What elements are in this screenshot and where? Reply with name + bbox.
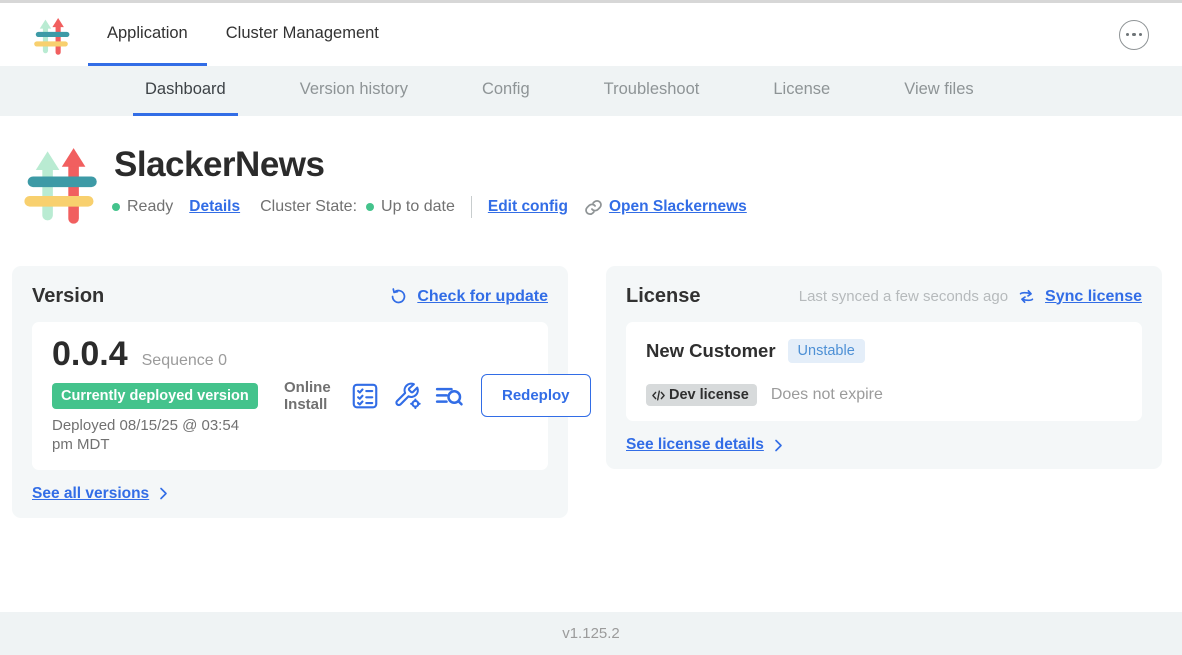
- subnav-version-history-label: Version history: [300, 80, 408, 99]
- sync-license-link[interactable]: Sync license: [1045, 288, 1142, 306]
- app-logo-icon[interactable]: [33, 3, 71, 66]
- view-logs-icon[interactable]: [434, 381, 464, 411]
- license-card: License Last synced a few seconds ago Sy…: [606, 266, 1162, 469]
- edit-config-link[interactable]: Edit config: [488, 198, 568, 216]
- tab-cluster-management-label: Cluster Management: [226, 24, 379, 43]
- chevron-right-icon: [771, 438, 786, 453]
- dashboard-cards: Version Check for update 0.0.4 Sequence …: [12, 266, 1162, 518]
- subnav-item-config[interactable]: Config: [470, 66, 542, 116]
- details-link[interactable]: Details: [189, 198, 240, 216]
- subnav-config-label: Config: [482, 80, 530, 99]
- ellipsis-icon: [1126, 33, 1130, 37]
- version-number: 0.0.4: [52, 337, 128, 371]
- footer: v1.125.2: [0, 612, 1182, 655]
- subnav-dashboard-label: Dashboard: [145, 80, 226, 99]
- sub-nav: Dashboard Version history Config Trouble…: [0, 66, 1182, 116]
- check-for-update-link[interactable]: Check for update: [417, 288, 548, 306]
- ellipsis-icon: [1139, 33, 1143, 37]
- license-type-badge-label: Dev license: [669, 387, 749, 403]
- app-header: SlackerNews Ready Details Cluster State:…: [22, 138, 1162, 233]
- subnav-view-files-label: View files: [904, 80, 973, 99]
- app-status-row: Ready Details Cluster State: Up to date …: [112, 196, 747, 218]
- customer-name: New Customer: [646, 340, 776, 362]
- app-icon: [22, 138, 100, 233]
- version-card-title: Version: [32, 285, 104, 308]
- sync-arrows-icon: [1017, 287, 1036, 306]
- top-tab-bar: Application Cluster Management: [88, 3, 398, 66]
- tab-application[interactable]: Application: [88, 3, 207, 66]
- chevron-right-icon: [156, 486, 171, 501]
- version-sequence: Sequence 0: [142, 352, 227, 370]
- slackernews-app-icon: [22, 138, 100, 228]
- overflow-menu-button[interactable]: [1119, 20, 1149, 50]
- tab-cluster-management[interactable]: Cluster Management: [207, 3, 398, 66]
- version-card: Version Check for update 0.0.4 Sequence …: [12, 266, 568, 518]
- cluster-state-text: Up to date: [381, 198, 455, 216]
- deployed-timestamp: Deployed 08/15/25 @ 03:54 pm MDT: [52, 417, 257, 455]
- subnav-item-troubleshoot[interactable]: Troubleshoot: [592, 66, 712, 116]
- see-license-details-link[interactable]: See license details: [626, 436, 764, 454]
- license-type-badge: Dev license: [646, 384, 757, 406]
- subnav-troubleshoot-label: Troubleshoot: [604, 80, 700, 99]
- open-app-link[interactable]: Open Slackernews: [609, 198, 747, 216]
- refresh-icon: [389, 287, 408, 306]
- tab-application-label: Application: [107, 24, 188, 43]
- external-link-chain-icon: [584, 198, 603, 217]
- license-detail-panel: New Customer Unstable Dev license Does n…: [626, 322, 1142, 421]
- install-type-label: Online Install: [284, 379, 338, 414]
- cluster-state-label: Cluster State:: [260, 198, 357, 216]
- console-version: v1.125.2: [562, 625, 620, 642]
- preflight-checklist-icon[interactable]: [350, 381, 380, 411]
- redeploy-button[interactable]: Redeploy: [481, 374, 591, 417]
- last-synced-text: Last synced a few seconds ago: [799, 288, 1008, 305]
- subnav-item-license[interactable]: License: [761, 66, 842, 116]
- ellipsis-icon: [1132, 33, 1136, 37]
- app-status-text: Ready: [127, 198, 173, 216]
- subnav-license-label: License: [773, 80, 830, 99]
- page-title: SlackerNews: [114, 145, 747, 185]
- slackernews-logo-icon: [33, 14, 71, 56]
- channel-badge: Unstable: [788, 339, 865, 363]
- currently-deployed-badge: Currently deployed version: [52, 383, 258, 409]
- code-icon: [651, 388, 666, 403]
- license-expiry-text: Does not expire: [771, 386, 883, 404]
- config-wrench-gear-icon[interactable]: [392, 381, 422, 411]
- license-card-title: License: [626, 285, 700, 308]
- dashboard-main: SlackerNews Ready Details Cluster State:…: [0, 116, 1182, 612]
- subnav-item-version-history[interactable]: Version history: [288, 66, 420, 116]
- top-nav: Application Cluster Management: [0, 3, 1182, 66]
- app-ready-dot: [112, 203, 120, 211]
- cluster-state-dot: [366, 203, 374, 211]
- divider: [471, 196, 472, 218]
- subnav-item-dashboard[interactable]: Dashboard: [133, 66, 238, 116]
- current-version-panel: 0.0.4 Sequence 0 Currently deployed vers…: [32, 322, 548, 470]
- subnav-item-view-files[interactable]: View files: [892, 66, 985, 116]
- see-all-versions-link[interactable]: See all versions: [32, 485, 149, 503]
